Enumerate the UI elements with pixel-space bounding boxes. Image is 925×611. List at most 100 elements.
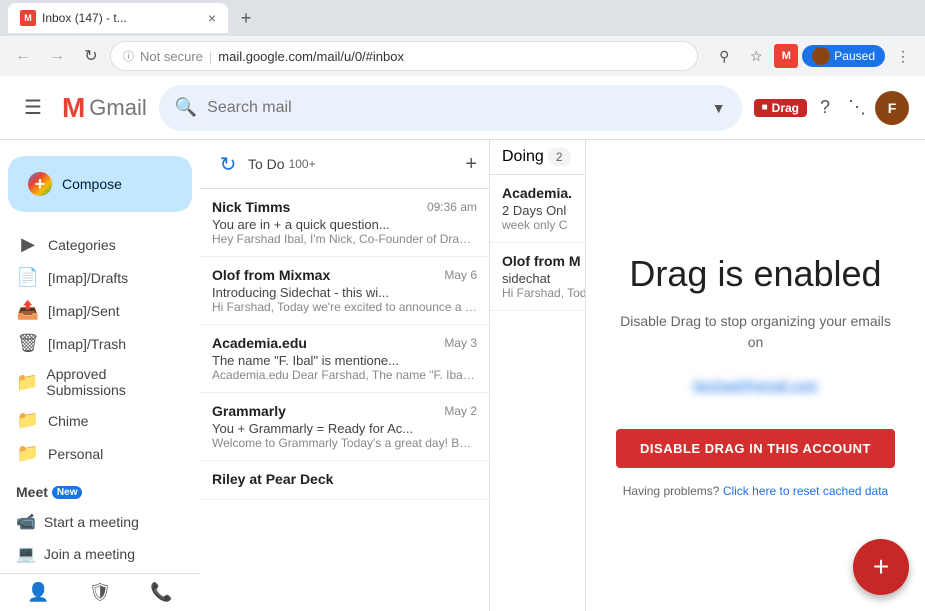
drag-reset-text: Having problems? Click here to reset cac… — [623, 484, 888, 498]
sidebar-item-personal[interactable]: 📁 Personal — [0, 437, 192, 470]
meet-new-badge: New — [52, 486, 83, 499]
person-icon[interactable]: 👤 — [27, 582, 49, 603]
trash-icon: 🗑 — [16, 333, 40, 354]
header-right: ■ Drag ? ⋱ F — [754, 91, 909, 125]
disable-drag-button[interactable]: DISABLE DRAG IN THIS ACCOUNT — [616, 429, 895, 468]
email-item-0[interactable]: Nick Timms 09:36 am You are in + a quick… — [200, 189, 489, 257]
drafts-icon: 📄 — [16, 267, 40, 288]
meet-label: Meet — [16, 484, 48, 500]
sidebar-item-categories[interactable]: ▶ Categories — [0, 228, 192, 261]
fab-button[interactable]: + — [853, 539, 909, 595]
meet-start-button[interactable]: 📹 Start a meeting — [0, 506, 200, 538]
email-time-0: 09:36 am — [427, 200, 477, 214]
email-preview-3: Welcome to Grammarly Today's a great day… — [212, 436, 477, 450]
gmail-favicon: M — [774, 44, 798, 68]
email-time-1: May 6 — [444, 268, 477, 282]
logo-m: M — [62, 92, 85, 124]
address-bar[interactable]: ⓘ Not secure | mail.google.com/mail/u/0/… — [110, 41, 698, 71]
help-button[interactable]: ? — [811, 94, 839, 122]
start-meeting-label: Start a meeting — [44, 514, 139, 530]
chime-icon: 📁 — [16, 410, 40, 431]
email-item-2[interactable]: Academia.edu May 3 The name "F. Ibal" is… — [200, 325, 489, 393]
not-secure-label: Not secure — [140, 49, 203, 64]
sidebar-personal-label: Personal — [48, 446, 103, 462]
sidebar-approved-label: Approved Submissions — [46, 366, 176, 398]
hamburger-menu[interactable]: ☰ — [16, 87, 50, 128]
drag-label: Drag — [772, 101, 799, 115]
sidebar-item-sent[interactable]: 📤 [Imap]/Sent — [0, 294, 192, 327]
sidebar-sent-label: [Imap]/Sent — [48, 303, 120, 319]
browser-bookmark-button[interactable]: ☆ — [742, 42, 770, 70]
compose-icon: + — [28, 172, 52, 196]
add-email-button[interactable]: + — [465, 153, 477, 176]
email-list-header: ↻ To Do 100+ + — [200, 140, 489, 189]
search-bar[interactable]: 🔍 ▼ — [159, 85, 742, 131]
join-meeting-label: Join a meeting — [44, 546, 135, 562]
screen-icon: 💻 — [16, 544, 36, 564]
refresh-icon[interactable]: ↻ — [212, 148, 244, 180]
tab-favicon: M — [20, 10, 36, 26]
gmail-logo: M Gmail — [62, 92, 147, 124]
url-text: mail.google.com/mail/u/0/#inbox — [218, 49, 685, 64]
email-subject-2: The name "F. Ibal" is mentione... — [212, 353, 477, 368]
drag-reset-link[interactable]: Click here to reset cached data — [723, 484, 888, 498]
browser-menu-button[interactable]: ⋮ — [889, 42, 917, 70]
refresh-button[interactable]: ↻ — [76, 41, 106, 71]
profile-avatar[interactable]: F — [875, 91, 909, 125]
back-button[interactable]: ← — [8, 41, 38, 71]
gmail-header: ☰ M Gmail 🔍 ▼ ■ Drag ? ⋱ F — [0, 76, 925, 140]
gmail-app: ☰ M Gmail 🔍 ▼ ■ Drag ? ⋱ F + Compose — [0, 76, 925, 611]
sidebar-item-drafts[interactable]: 📄 [Imap]/Drafts — [0, 261, 192, 294]
meet-section: Meet New — [0, 478, 200, 506]
sidebar-item-approved-submissions[interactable]: 📁 Approved Submissions — [0, 360, 192, 404]
tab-title: Inbox (147) - t... — [42, 11, 202, 25]
email-item-3[interactable]: Grammarly May 2 You + Grammarly = Ready … — [200, 393, 489, 461]
sidebar-trash-label: [Imap]/Trash — [48, 336, 126, 352]
sidebar-item-trash[interactable]: 🗑 [Imap]/Trash — [0, 327, 192, 360]
doing-count: 2 — [548, 148, 571, 166]
sidebar-item-chime[interactable]: 📁 Chime — [0, 404, 192, 437]
sent-icon: 📤 — [16, 300, 40, 321]
email-sender-1: Olof from Mixmax — [212, 267, 330, 283]
video-icon: 📹 — [16, 512, 36, 532]
search-dropdown-icon[interactable]: ▼ — [712, 100, 726, 116]
tab-close-icon[interactable]: × — [208, 10, 216, 26]
gmail-sidebar: + Compose ▶ Categories 📄 [Imap]/Drafts 📤… — [0, 140, 200, 611]
browser-tab[interactable]: M Inbox (147) - t... × — [8, 3, 228, 33]
phone-icon[interactable]: 📞 — [150, 582, 172, 603]
todo-count: 100+ — [289, 157, 316, 171]
doing-sender-1: Olof from M — [502, 253, 581, 269]
shield-icon[interactable]: 🛡 — [89, 582, 112, 603]
drag-badge[interactable]: ■ Drag — [754, 99, 807, 117]
email-sender-2: Academia.edu — [212, 335, 307, 351]
sidebar-chime-label: Chime — [48, 413, 88, 429]
meet-join-button[interactable]: 💻 Join a meeting — [0, 538, 200, 570]
paused-label: Paused — [834, 49, 875, 63]
search-input[interactable] — [207, 99, 702, 117]
browser-toolbar: ⚲ ☆ M Paused ⋮ — [710, 42, 917, 70]
email-subject-1: Introducing Sidechat - this wi... — [212, 285, 477, 300]
logo-text: Gmail — [89, 95, 146, 121]
email-preview-0: Hey Farshad Ibal, I'm Nick, Co-Founder o… — [212, 232, 477, 246]
email-item-4[interactable]: Riley at Pear Deck — [200, 461, 489, 500]
email-list-panel: ↻ To Do 100+ + Nick Timms 09:36 am You a… — [200, 140, 490, 611]
apps-button[interactable]: ⋱ — [843, 94, 871, 122]
browser-search-button[interactable]: ⚲ — [710, 42, 738, 70]
browser-controls: ← → ↻ ⓘ Not secure | mail.google.com/mai… — [0, 36, 925, 76]
new-tab-button[interactable]: + — [232, 4, 260, 32]
browser-window: M Inbox (147) - t... × + ← → ↻ ⓘ Not sec… — [0, 0, 925, 76]
todo-title: To Do — [248, 156, 285, 172]
categories-icon: ▶ — [16, 234, 40, 255]
email-sender-3: Grammarly — [212, 403, 286, 419]
compose-label: Compose — [62, 176, 122, 192]
email-time-3: May 2 — [444, 404, 477, 418]
forward-button[interactable]: → — [42, 41, 72, 71]
browser-titlebar: M Inbox (147) - t... × + — [0, 0, 925, 36]
personal-icon: 📁 — [16, 443, 40, 464]
compose-button[interactable]: + Compose — [8, 156, 192, 212]
email-sender-4: Riley at Pear Deck — [212, 471, 333, 487]
email-item-1[interactable]: Olof from Mixmax May 6 Introducing Sidec… — [200, 257, 489, 325]
email-preview-1: Hi Farshad, Today we're excited to annou… — [212, 300, 477, 314]
profile-avatar-small — [812, 47, 830, 65]
paused-button[interactable]: Paused — [802, 45, 885, 67]
